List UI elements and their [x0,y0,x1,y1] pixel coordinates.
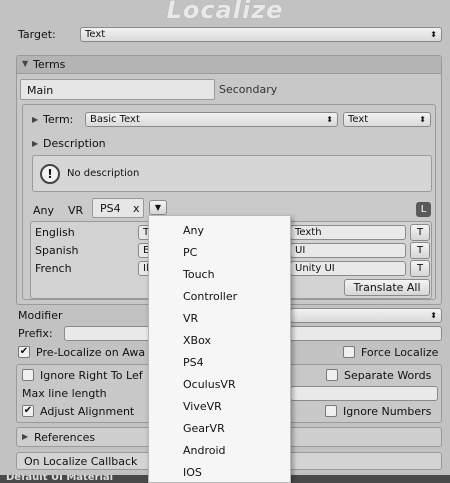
add-filter-button[interactable]: ▼ [149,200,167,215]
term-type-value: Text [348,114,369,125]
term-type-dropdown[interactable]: Text ⬍ [343,112,431,127]
description-text: No description [67,168,140,179]
tab-main-label: Main [27,84,54,97]
target-dropdown[interactable]: Text ⬍ [80,27,442,42]
menu-item[interactable]: XBox [183,334,211,347]
menu-item[interactable]: Controller [183,290,237,303]
ignore-rtl-checkbox[interactable] [22,369,34,381]
separate-words-label: Separate Words [344,369,432,382]
ignore-numbers-label: Ignore Numbers [343,405,432,418]
translation-field[interactable]: Texth [290,225,406,240]
filter-any[interactable]: Any [33,204,54,217]
references-label: References [34,431,96,444]
translate-button[interactable]: T [410,224,430,241]
tab-secondary-label: Secondary [219,83,278,96]
terms-header-label: Terms [33,58,66,71]
max-line-length-label: Max line length [22,387,107,400]
lock-button[interactable]: L [416,202,431,217]
checkmark-icon: ✔ [19,346,29,357]
filter-popup-menu: Any PC Touch Controller VR XBox PS4 Ocul… [148,215,291,483]
target-value: Text [85,29,106,40]
pre-localize-label: Pre-Localize on Awa [36,346,146,359]
pre-localize-checkbox[interactable]: ✔ [18,346,30,358]
menu-item[interactable]: ViveVR [183,400,222,413]
menu-item[interactable]: PS4 [183,356,204,369]
term-label: Term: [43,113,74,126]
menu-item[interactable]: Touch [183,268,215,281]
menu-item[interactable]: PC [183,246,197,259]
collapse-triangle-icon[interactable]: ▶ [32,115,38,124]
menu-item[interactable]: Android [183,444,226,457]
max-line-length-input[interactable] [290,386,438,401]
menu-item[interactable]: VR [183,312,198,325]
collapse-triangle-icon[interactable]: ▶ [32,139,38,148]
adjust-alignment-checkbox[interactable]: ✔ [22,405,34,417]
description-box: ! No description [32,155,432,192]
ignore-numbers-checkbox[interactable] [325,405,337,417]
menu-item[interactable]: OculusVR [183,378,236,391]
page-title: Localize [166,0,284,24]
tag-close-icon[interactable]: x [133,202,140,215]
dropdown-arrows-icon: ⬍ [326,115,333,124]
modifier-label: Modifier [18,309,63,322]
collapse-triangle-icon: ▶ [22,432,29,441]
language-name: French [35,262,72,275]
expand-triangle-icon: ▼ [22,59,29,68]
term-value: Basic Text [90,114,140,125]
modifier-dropdown[interactable]: ⬍ [290,308,442,323]
dropdown-arrows-icon: ⬍ [430,311,437,320]
prefix-label: Prefix: [18,327,53,340]
adjust-alignment-label: Adjust Alignment [40,405,135,418]
description-label: Description [43,137,106,150]
terms-header[interactable]: ▼ Terms [17,56,441,74]
menu-item[interactable]: Any [183,224,204,237]
menu-item[interactable]: GearVR [183,422,225,435]
chevron-down-icon: ▼ [154,203,162,212]
translate-all-button[interactable]: Translate All [344,279,430,296]
tab-secondary[interactable]: Secondary [219,83,277,96]
translate-button[interactable]: T [410,242,430,259]
callback-label: On Localize Callback [24,455,138,468]
language-name: English [35,226,75,239]
menu-item[interactable]: IOS [183,466,202,479]
target-label: Target: [18,28,56,41]
filter-tag-ps4[interactable]: PS4 x [92,198,144,218]
force-localize-label: Force Localize [361,346,439,359]
filter-vr[interactable]: VR [68,204,83,217]
force-localize-checkbox[interactable] [343,346,355,358]
dropdown-arrows-icon: ⬍ [430,30,437,39]
info-icon: ! [40,164,60,184]
translation-field[interactable]: UI [290,243,406,258]
tag-label: PS4 [100,202,121,215]
checkmark-icon: ✔ [23,405,33,416]
tab-main[interactable]: Main [20,79,215,100]
term-dropdown[interactable]: Basic Text ⬍ [85,112,338,127]
translation-field[interactable]: Unity UI [290,261,406,276]
footer-label: Default UI Material [6,475,114,483]
separate-words-checkbox[interactable] [326,369,338,381]
language-name: Spanish [35,244,79,257]
dropdown-arrows-icon: ⬍ [419,115,426,124]
ignore-rtl-label: Ignore Right To Lef [40,369,143,382]
translate-button[interactable]: T [410,260,430,277]
